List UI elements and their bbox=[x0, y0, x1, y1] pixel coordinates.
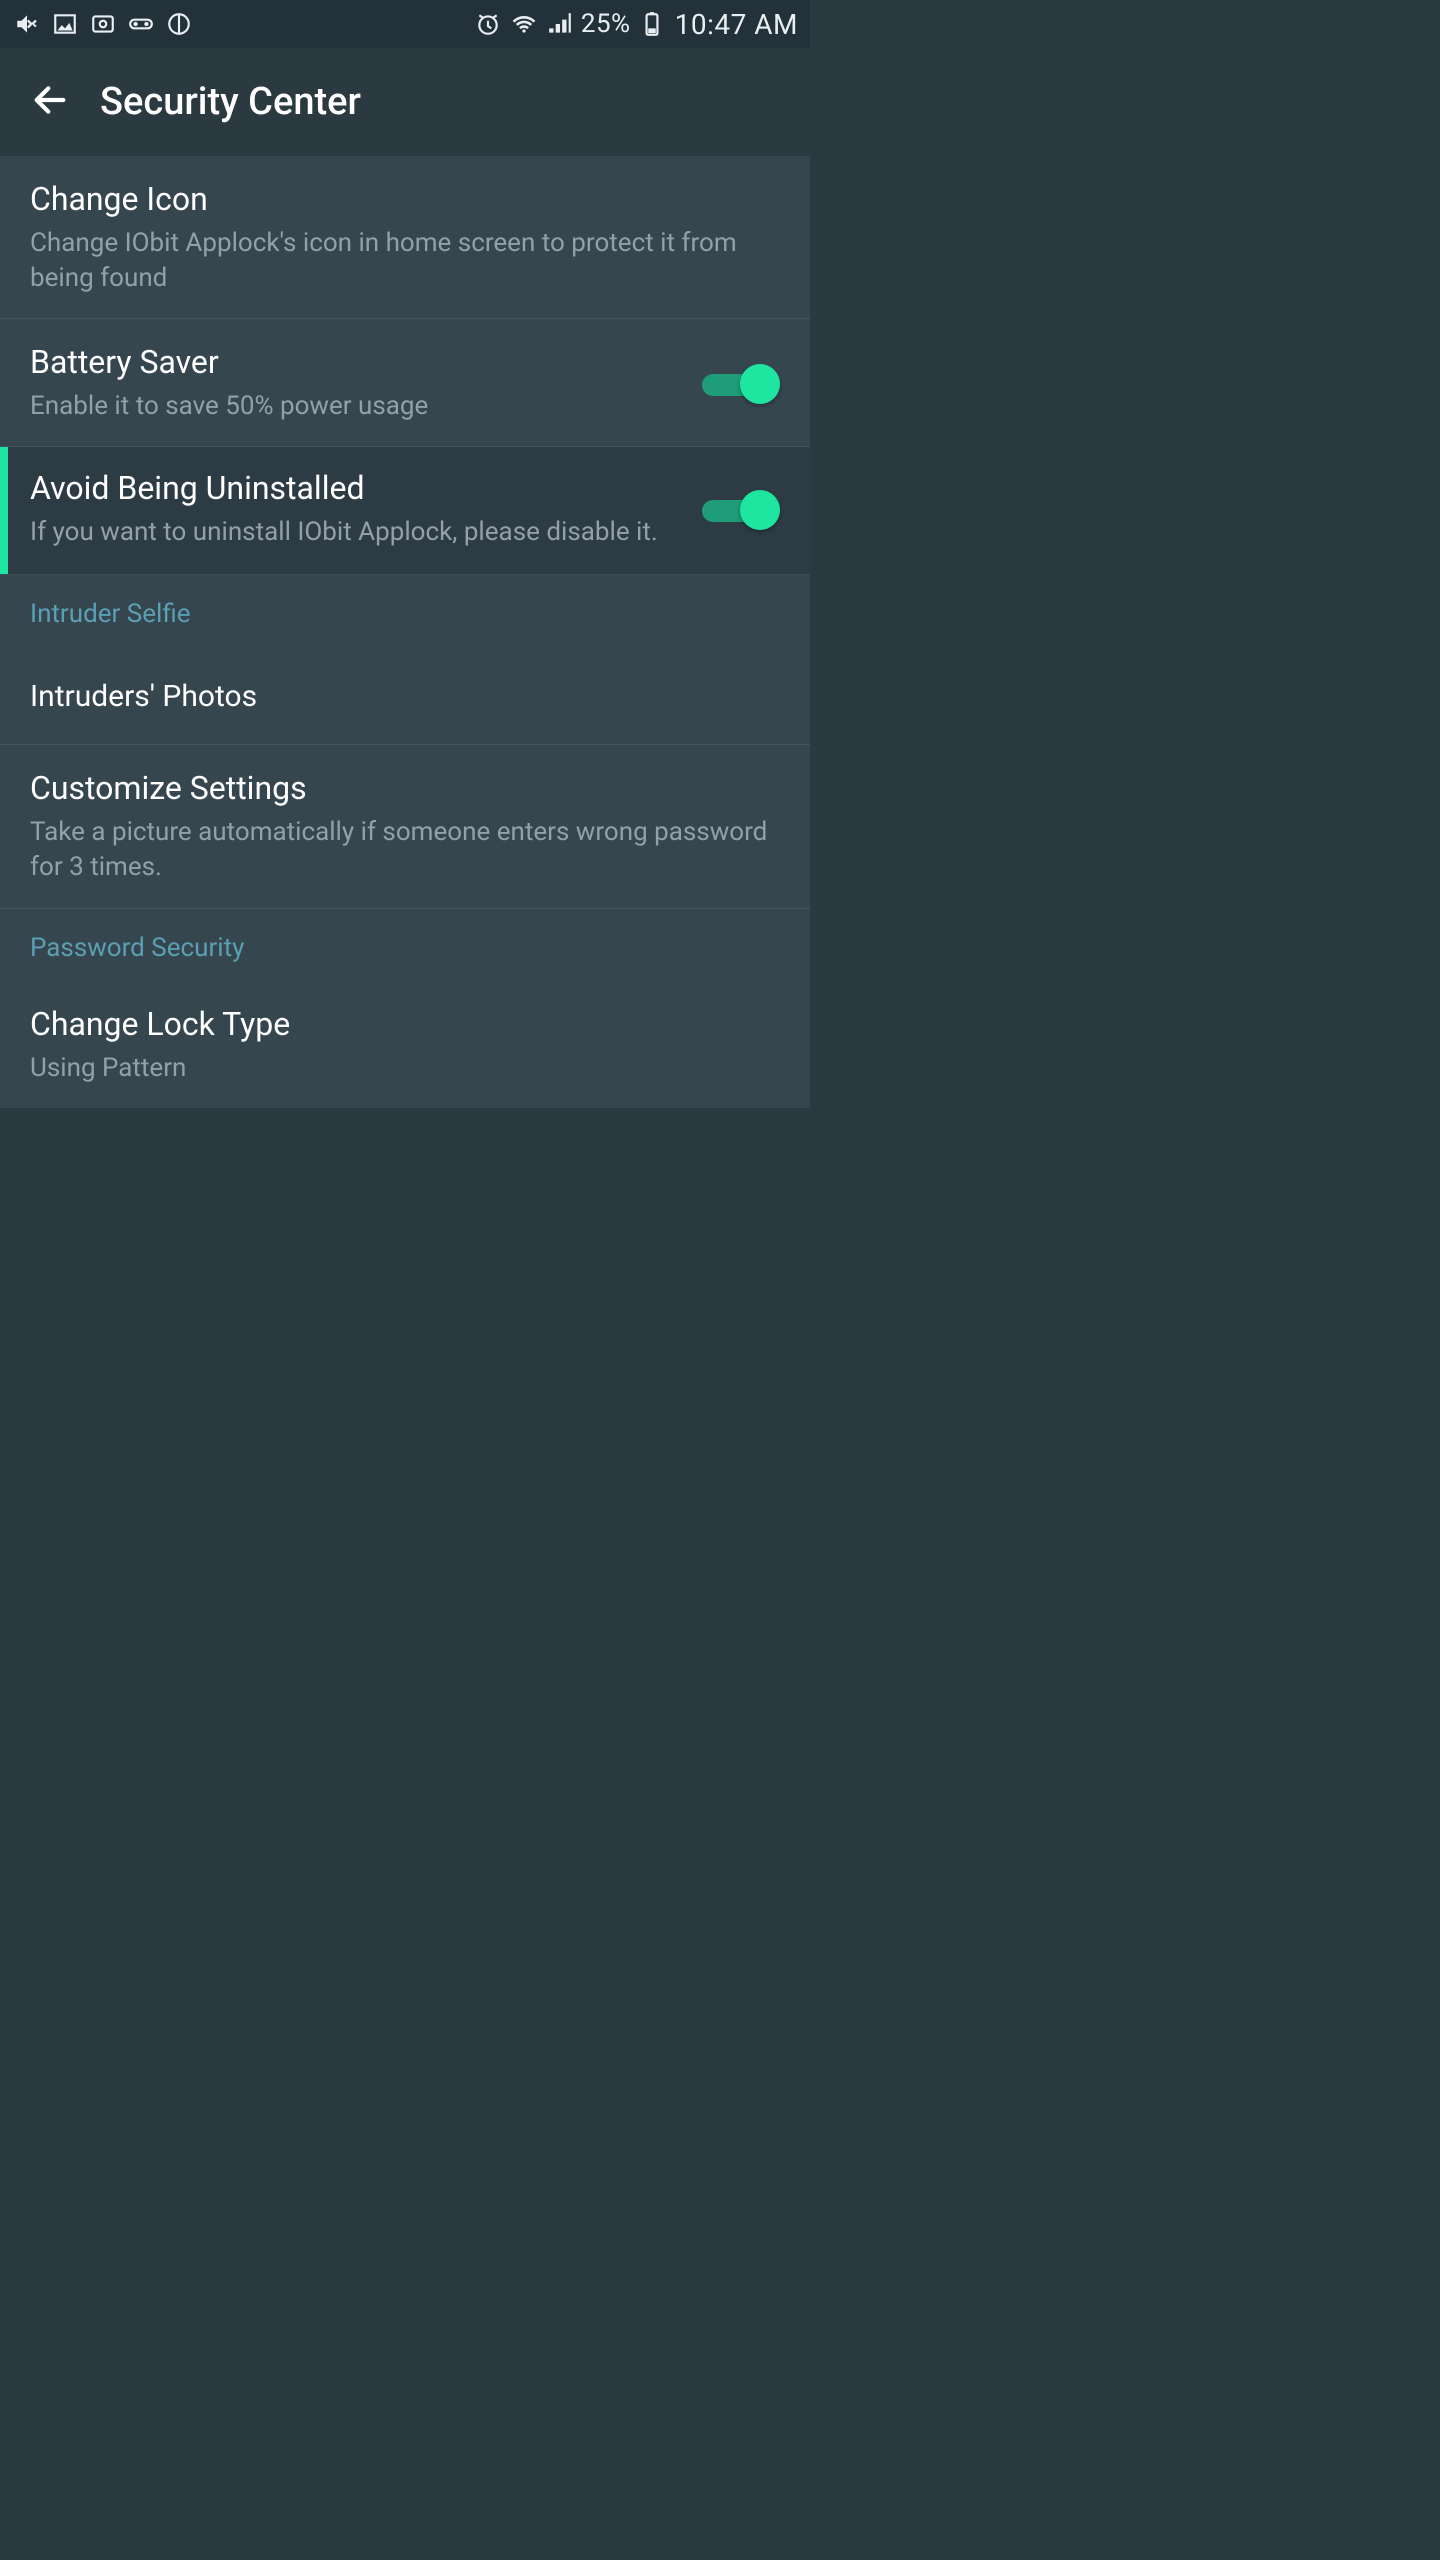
change-icon-row[interactable]: Change Icon Change IObit Applock's icon … bbox=[0, 156, 810, 319]
intruders-photos-title: Intruders' Photos bbox=[30, 679, 780, 714]
customize-settings-desc: Take a picture automatically if someone … bbox=[30, 815, 780, 885]
app-bar: Security Center bbox=[0, 48, 810, 156]
status-left bbox=[12, 9, 194, 39]
battery-percent: 25% bbox=[581, 9, 631, 39]
mute-icon bbox=[12, 9, 42, 39]
settings-list: Change Icon Change IObit Applock's icon … bbox=[0, 156, 810, 1108]
battery-saver-desc: Enable it to save 50% power usage bbox=[30, 389, 682, 424]
change-icon-desc: Change IObit Applock's icon in home scre… bbox=[30, 226, 780, 296]
battery-saver-title: Battery Saver bbox=[30, 343, 682, 381]
back-arrow-icon[interactable] bbox=[30, 80, 70, 124]
status-bar: 25% 10:47 AM bbox=[0, 0, 810, 48]
battery-icon bbox=[637, 9, 667, 39]
clock-text: 10:47 AM bbox=[675, 8, 798, 41]
change-icon-title: Change Icon bbox=[30, 180, 780, 218]
circle-icon bbox=[164, 9, 194, 39]
section-intruder-selfie: Intruder Selfie bbox=[0, 575, 810, 647]
change-lock-type-row[interactable]: Change Lock Type Using Pattern bbox=[0, 981, 810, 1108]
battery-saver-row[interactable]: Battery Saver Enable it to save 50% powe… bbox=[0, 319, 810, 447]
avoid-uninstall-row[interactable]: Avoid Being Uninstalled If you want to u… bbox=[0, 447, 810, 575]
customize-settings-row[interactable]: Customize Settings Take a picture automa… bbox=[0, 745, 810, 908]
change-lock-type-desc: Using Pattern bbox=[30, 1051, 780, 1086]
screenshot-icon bbox=[88, 9, 118, 39]
page-title: Security Center bbox=[100, 80, 361, 124]
avoid-uninstall-toggle[interactable] bbox=[702, 490, 780, 530]
status-right: 25% 10:47 AM bbox=[473, 8, 798, 41]
customize-settings-title: Customize Settings bbox=[30, 769, 780, 807]
signal-icon bbox=[545, 9, 575, 39]
image-icon bbox=[50, 9, 80, 39]
change-lock-type-title: Change Lock Type bbox=[30, 1005, 780, 1043]
wifi-icon bbox=[509, 9, 539, 39]
battery-saver-toggle[interactable] bbox=[702, 364, 780, 404]
avoid-uninstall-desc: If you want to uninstall IObit Applock, … bbox=[30, 515, 682, 550]
voicemail-icon bbox=[126, 9, 156, 39]
alarm-icon bbox=[473, 9, 503, 39]
avoid-uninstall-title: Avoid Being Uninstalled bbox=[30, 469, 682, 507]
intruders-photos-row[interactable]: Intruders' Photos bbox=[0, 647, 810, 745]
section-password-security: Password Security bbox=[0, 909, 810, 981]
